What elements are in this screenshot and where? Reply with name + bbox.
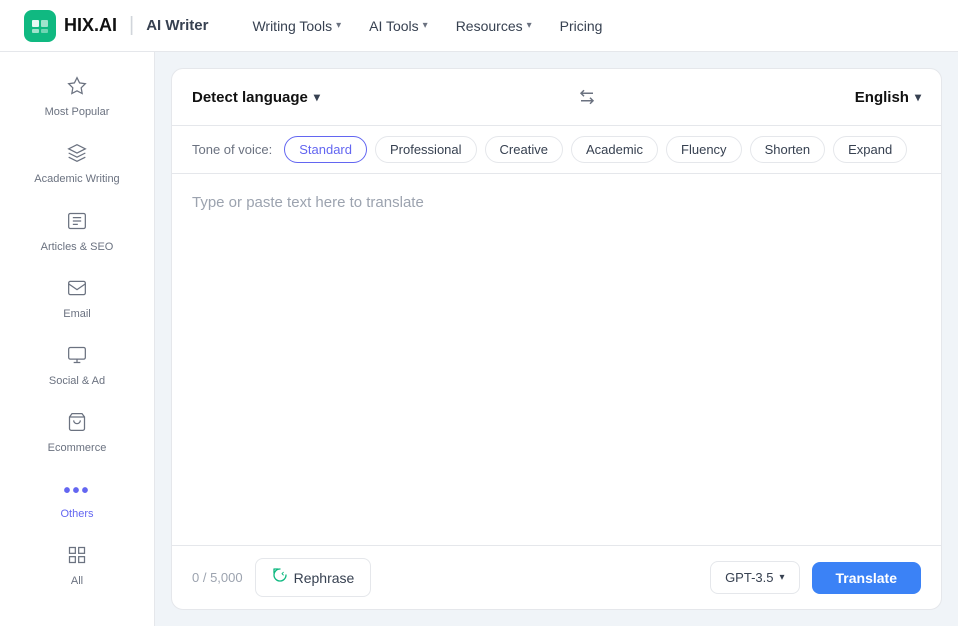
nav-ai-tools-label: AI Tools: [369, 18, 419, 34]
tone-bar: Tone of voice: Standard Professional Cre…: [172, 126, 941, 174]
char-count: 0 / 5,000: [192, 570, 243, 585]
nav-writing-tools-label: Writing Tools: [252, 18, 332, 34]
language-bar: Detect language ▾ English ▾: [172, 69, 941, 126]
language-swap-button[interactable]: [571, 81, 603, 113]
gpt-model-selector[interactable]: GPT-3.5 ▾: [710, 561, 799, 594]
tone-professional-button[interactable]: Professional: [375, 136, 477, 163]
translate-button[interactable]: Translate: [812, 562, 921, 594]
navbar: HIX.AI | AI Writer Writing Tools ▾ AI To…: [0, 0, 958, 52]
text-placeholder: Type or paste text here to translate: [192, 194, 424, 211]
sidebar-item-ecommerce[interactable]: Ecommerce: [8, 402, 146, 465]
translator-card: Detect language ▾ English ▾ Tone of voic…: [171, 68, 942, 610]
sidebar-item-others-label: Others: [60, 507, 93, 521]
content-area: Detect language ▾ English ▾ Tone of voic…: [155, 52, 958, 626]
source-language-selector[interactable]: Detect language ▾: [192, 89, 320, 106]
text-input-area[interactable]: Type or paste text here to translate: [172, 174, 941, 545]
target-language-label: English: [855, 89, 909, 106]
tone-academic-button[interactable]: Academic: [571, 136, 658, 163]
bottom-bar: 0 / 5,000 Rephrase GPT-3.5 ▾ Tran: [172, 545, 941, 609]
nav-item-pricing[interactable]: Pricing: [548, 12, 615, 40]
tone-label: Tone of voice:: [192, 142, 272, 157]
logo-text: HIX.AI: [64, 15, 117, 36]
chevron-down-icon: ▾: [314, 90, 320, 104]
tone-standard-button[interactable]: Standard: [284, 136, 367, 163]
sidebar-item-articles-seo[interactable]: Articles & SEO: [8, 201, 146, 264]
nav-resources-label: Resources: [456, 18, 523, 34]
nav-item-ai-tools[interactable]: AI Tools ▾: [357, 12, 440, 40]
chevron-down-icon: ▾: [336, 20, 341, 31]
sidebar-item-all-label: All: [71, 574, 83, 588]
academic-icon: [67, 143, 87, 168]
sidebar-item-most-popular[interactable]: Most Popular: [8, 66, 146, 129]
sidebar-item-email-label: Email: [63, 307, 91, 321]
source-language-label: Detect language: [192, 89, 308, 106]
sidebar-item-academic-label: Academic Writing: [34, 172, 119, 186]
nav-links: Writing Tools ▾ AI Tools ▾ Resources ▾ P…: [240, 12, 934, 40]
tone-creative-button[interactable]: Creative: [485, 136, 563, 163]
sidebar-item-articles-label: Articles & SEO: [41, 240, 114, 254]
sidebar-item-social-label: Social & Ad: [49, 374, 105, 388]
grid-icon: [67, 545, 87, 570]
gpt-model-label: GPT-3.5: [725, 570, 773, 585]
rephrase-button[interactable]: Rephrase: [255, 558, 372, 597]
ecommerce-icon: [67, 412, 87, 437]
logo-separator: |: [129, 14, 134, 37]
logo-subtitle: AI Writer: [146, 17, 208, 34]
logo-icon: [24, 10, 56, 42]
star-icon: [67, 76, 87, 101]
tone-shorten-button[interactable]: Shorten: [750, 136, 826, 163]
sidebar-item-ecommerce-label: Ecommerce: [48, 441, 107, 455]
email-icon: [67, 278, 87, 303]
rephrase-icon: [272, 567, 288, 588]
sidebar-item-email[interactable]: Email: [8, 268, 146, 331]
nav-item-writing-tools[interactable]: Writing Tools ▾: [240, 12, 353, 40]
rephrase-label: Rephrase: [294, 570, 355, 586]
sidebar-item-others[interactable]: ••• Others: [8, 470, 146, 531]
chevron-down-icon: ▾: [527, 20, 532, 31]
tone-fluency-button[interactable]: Fluency: [666, 136, 742, 163]
chevron-down-icon: ▾: [915, 90, 921, 104]
tone-expand-button[interactable]: Expand: [833, 136, 907, 163]
social-icon: [67, 345, 87, 370]
sidebar-item-social-ad[interactable]: Social & Ad: [8, 335, 146, 398]
chevron-down-icon: ▾: [423, 20, 428, 31]
others-icon: •••: [63, 480, 90, 503]
nav-item-resources[interactable]: Resources ▾: [444, 12, 544, 40]
chevron-down-icon: ▾: [779, 572, 784, 583]
sidebar-item-all[interactable]: All: [8, 535, 146, 598]
sidebar: Most Popular Academic Writing Articles &…: [0, 52, 155, 626]
sidebar-item-academic-writing[interactable]: Academic Writing: [8, 133, 146, 196]
main-layout: Most Popular Academic Writing Articles &…: [0, 52, 958, 626]
target-language-selector[interactable]: English ▾: [855, 89, 921, 106]
logo[interactable]: HIX.AI | AI Writer: [24, 10, 208, 42]
articles-icon: [67, 211, 87, 236]
sidebar-item-most-popular-label: Most Popular: [45, 105, 110, 119]
